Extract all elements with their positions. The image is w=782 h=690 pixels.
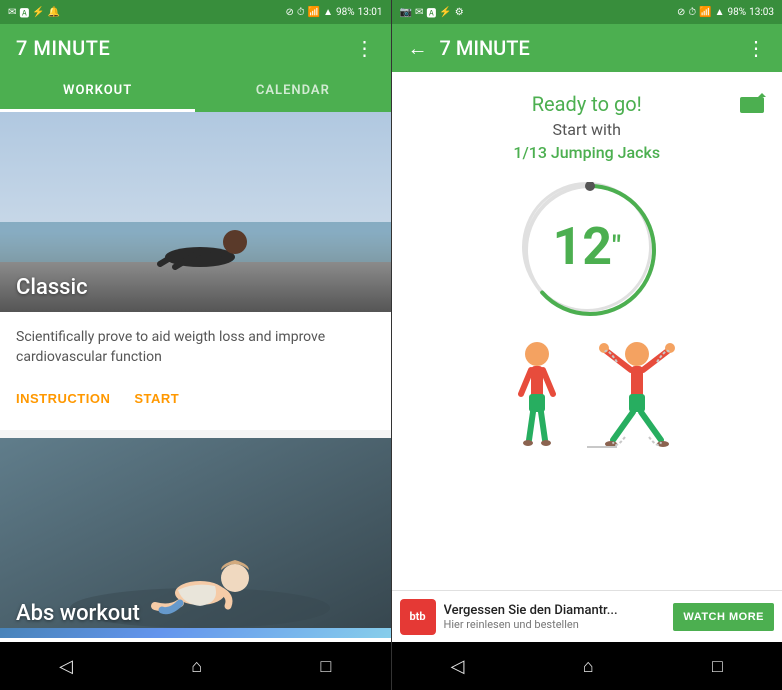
left-nav-square[interactable]: □ [320, 656, 331, 677]
figures-svg [477, 332, 697, 472]
left-menu-icon[interactable]: ⋮ [355, 36, 375, 60]
exercise-figures [477, 332, 697, 472]
left-nav-bar: ◁ ⌂ □ [0, 642, 391, 690]
tab-workout[interactable]: WORKOUT [0, 72, 195, 112]
classic-card: Classic Scientifically prove to aid weig… [0, 112, 391, 430]
tab-calendar[interactable]: CALENDAR [195, 72, 390, 112]
right-menu-icon[interactable]: ⋮ [746, 36, 766, 60]
abs-card: Abs workout Get sexy, flat and firm abdo… [0, 438, 391, 642]
ad-banner: btb Vergessen Sie den Diamantr... Hier r… [392, 590, 782, 642]
right-nav-bar: ◁ ⌂ □ [392, 642, 782, 690]
right-app-header: ← 7 MINUTE ⋮ [392, 24, 782, 72]
abs-image: Abs workout [0, 438, 391, 638]
right-status-bar: 📷✉🅰⚡⚙ ⊘⏱📶▲ 98% 13:03 [392, 0, 782, 24]
instruction-button[interactable]: INSTRUCTION [8, 383, 118, 414]
camera-svg [738, 92, 766, 114]
exercise-text: 1/13 Jumping Jacks [513, 143, 660, 162]
classic-image: Classic [0, 112, 391, 312]
camera-icon[interactable] [738, 92, 766, 120]
ad-text: Vergessen Sie den Diamantr... Hier reinl… [444, 603, 666, 631]
ready-text: Ready to go! [532, 92, 642, 116]
right-status-icons-left: 📷✉🅰⚡⚙ [400, 5, 464, 20]
start-text: Start with [553, 120, 621, 139]
classic-actions: INSTRUCTION START [0, 375, 391, 430]
classic-label: Classic [16, 275, 88, 300]
workout-content: Ready to go! Start with 1/13 Jumping Jac… [392, 72, 782, 590]
left-nav-home[interactable]: ⌂ [191, 656, 202, 677]
left-battery: 98% [336, 7, 355, 18]
right-nav-back[interactable]: ◁ [451, 656, 465, 677]
left-app-title: 7 MINUTE [16, 36, 110, 60]
timer-circle: 12 " [522, 182, 652, 312]
left-status-right: ⊘⏱📶▲ 98% 13:01 [285, 7, 382, 18]
left-panel: ✉🅰⚡🔔 ⊘⏱📶▲ 98% 13:01 7 MINUTE ⋮ WORKOUT C… [0, 0, 391, 690]
right-nav-home[interactable]: ⌂ [583, 656, 594, 677]
left-status-bar: ✉🅰⚡🔔 ⊘⏱📶▲ 98% 13:01 [0, 0, 391, 24]
left-app-header: 7 MINUTE ⋮ [0, 24, 391, 72]
back-icon[interactable]: ← [408, 36, 428, 61]
left-status-icons: ✉🅰⚡🔔 [8, 5, 60, 20]
abs-scene-svg [0, 438, 391, 628]
left-nav-back[interactable]: ◁ [59, 656, 73, 677]
abs-label: Abs workout [16, 601, 140, 626]
classic-desc: Scientifically prove to aid weigth loss … [0, 312, 391, 375]
tab-bar: WORKOUT CALENDAR [0, 72, 391, 112]
timer-arc-svg [522, 182, 658, 318]
right-app-title: 7 MINUTE [440, 36, 735, 60]
workout-list: Classic Scientifically prove to aid weig… [0, 112, 391, 642]
right-time: 13:03 [749, 7, 774, 18]
right-nav-square[interactable]: □ [712, 656, 723, 677]
start-button[interactable]: START [126, 383, 187, 414]
right-panel: 📷✉🅰⚡⚙ ⊘⏱📶▲ 98% 13:03 ← 7 MINUTE ⋮ Ready … [392, 0, 782, 690]
right-battery: 98% [728, 7, 747, 18]
right-status-icons-right: ⊘⏱📶▲ 98% 13:03 [677, 7, 774, 18]
watch-more-button[interactable]: WATCH MORE [673, 603, 774, 631]
ad-title: Vergessen Sie den Diamantr... [444, 603, 666, 618]
ad-logo: btb [400, 599, 436, 635]
ad-subtitle: Hier reinlesen und bestellen [444, 618, 666, 631]
left-time: 13:01 [358, 7, 383, 18]
